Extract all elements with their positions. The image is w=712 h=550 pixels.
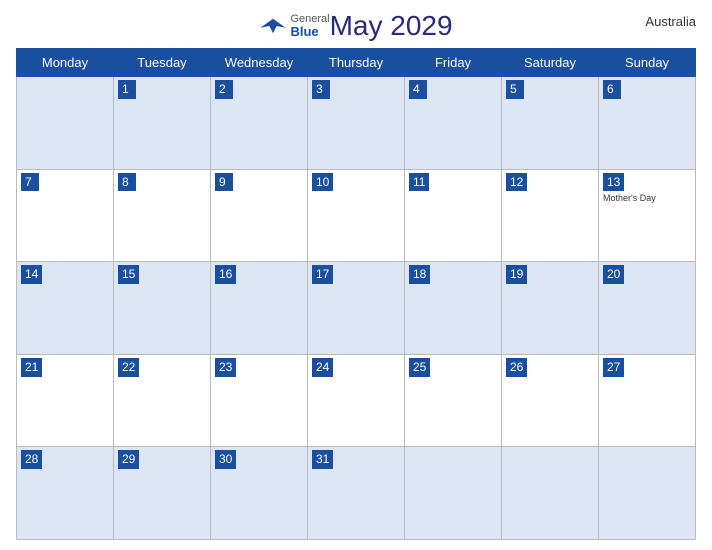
calendar-cell: 30	[211, 447, 308, 540]
calendar-cell: 26	[502, 354, 599, 447]
calendar-cell: 16	[211, 262, 308, 355]
calendar-week-row: 1 2 3 4 5 6	[17, 77, 696, 170]
calendar-week-row: 21 22 23 24 25 26 27	[17, 354, 696, 447]
day-header-saturday: Saturday	[502, 49, 599, 77]
day-number: 28	[21, 450, 42, 469]
day-number: 15	[118, 265, 139, 284]
calendar-week-row: 14 15 16 17 18 19 20	[17, 262, 696, 355]
logo: General Blue	[259, 13, 329, 39]
day-number: 18	[409, 265, 430, 284]
day-number: 27	[603, 358, 624, 377]
calendar-cell: 19	[502, 262, 599, 355]
day-number: 30	[215, 450, 236, 469]
logo-blue-text: Blue	[290, 25, 329, 39]
calendar-cell	[502, 447, 599, 540]
day-number: 4	[409, 80, 427, 99]
day-number: 26	[506, 358, 527, 377]
day-number: 6	[603, 80, 621, 99]
calendar-cell: 3	[308, 77, 405, 170]
calendar-cell: 18	[405, 262, 502, 355]
calendar-title: May 2029	[330, 10, 453, 41]
day-number: 3	[312, 80, 330, 99]
calendar-cell: 15	[114, 262, 211, 355]
calendar-cell: 24	[308, 354, 405, 447]
holiday-label: Mother's Day	[603, 193, 691, 203]
day-number: 12	[506, 173, 527, 192]
day-number: 24	[312, 358, 333, 377]
calendar-cell: 20	[599, 262, 696, 355]
calendar-cell: 31	[308, 447, 405, 540]
day-header-thursday: Thursday	[308, 49, 405, 77]
calendar-cell: 6	[599, 77, 696, 170]
calendar-cell: 11	[405, 169, 502, 262]
day-number: 7	[21, 173, 39, 192]
calendar-cell	[17, 77, 114, 170]
calendar-cell: 2	[211, 77, 308, 170]
day-number: 25	[409, 358, 430, 377]
day-number: 13	[603, 173, 624, 192]
calendar-cell: 28	[17, 447, 114, 540]
calendar-cell: 27	[599, 354, 696, 447]
logo-bird-icon	[259, 17, 287, 35]
calendar-week-row: 28 29 30 31	[17, 447, 696, 540]
calendar-cell: 23	[211, 354, 308, 447]
day-number: 9	[215, 173, 233, 192]
calendar-cell: 25	[405, 354, 502, 447]
day-header-friday: Friday	[405, 49, 502, 77]
day-header-monday: Monday	[17, 49, 114, 77]
day-number: 11	[409, 173, 429, 192]
day-number: 5	[506, 80, 524, 99]
calendar-cell: 5	[502, 77, 599, 170]
calendar-cell: 1	[114, 77, 211, 170]
calendar-cell: 29	[114, 447, 211, 540]
calendar-cell: 9	[211, 169, 308, 262]
calendar-cell: 12	[502, 169, 599, 262]
day-number: 29	[118, 450, 139, 469]
calendar-table: MondayTuesdayWednesdayThursdayFridaySatu…	[16, 48, 696, 540]
calendar-cell: 7	[17, 169, 114, 262]
day-number: 19	[506, 265, 527, 284]
day-number: 23	[215, 358, 236, 377]
calendar-cell: 22	[114, 354, 211, 447]
calendar-cell	[405, 447, 502, 540]
calendar-cell	[599, 447, 696, 540]
days-header-row: MondayTuesdayWednesdayThursdayFridaySatu…	[17, 49, 696, 77]
day-number: 8	[118, 173, 136, 192]
calendar-header: General Blue May 2029 Australia	[16, 10, 696, 42]
day-header-sunday: Sunday	[599, 49, 696, 77]
country-label: Australia	[645, 14, 696, 29]
day-number: 2	[215, 80, 233, 99]
calendar-cell: 13Mother's Day	[599, 169, 696, 262]
day-number: 20	[603, 265, 624, 284]
day-number: 22	[118, 358, 139, 377]
day-number: 31	[312, 450, 333, 469]
calendar-cell: 14	[17, 262, 114, 355]
day-number: 1	[118, 80, 136, 99]
calendar-cell: 21	[17, 354, 114, 447]
calendar-week-row: 7 8 9 10 11 12 13Mother's Day	[17, 169, 696, 262]
day-number: 10	[312, 173, 333, 192]
day-number: 16	[215, 265, 236, 284]
day-header-tuesday: Tuesday	[114, 49, 211, 77]
calendar-cell: 17	[308, 262, 405, 355]
calendar-cell: 8	[114, 169, 211, 262]
calendar-cell: 10	[308, 169, 405, 262]
day-number: 17	[312, 265, 333, 284]
day-number: 21	[21, 358, 42, 377]
calendar-cell: 4	[405, 77, 502, 170]
day-number: 14	[21, 265, 42, 284]
day-header-wednesday: Wednesday	[211, 49, 308, 77]
